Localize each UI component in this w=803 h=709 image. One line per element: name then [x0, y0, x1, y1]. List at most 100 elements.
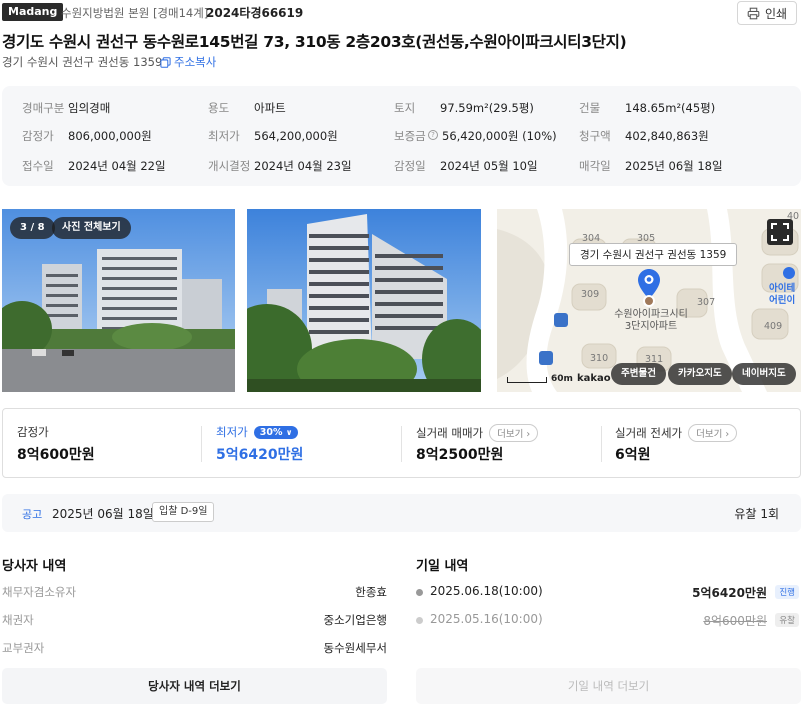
bid-dday-badge: 입찰 D-9일 — [152, 502, 215, 522]
map-pin-dot — [643, 295, 655, 307]
info-building: 건물 148.65m²(45평) — [579, 100, 715, 116]
map-poi-icon — [783, 267, 795, 279]
info-received: 접수일 2024년 04월 22일 — [22, 158, 166, 174]
price-label: 최저가 30% ∨ — [216, 424, 299, 440]
price-sale: 실거래 매매가 더보기 › 8억2500만원 — [416, 409, 601, 477]
photo-counter: 3 / 8 — [10, 217, 55, 239]
page-title: 경기도 수원시 권선구 동수원로145번길 73, 310동 2층203호(권선… — [2, 33, 627, 51]
help-icon[interactable]: ? — [428, 130, 438, 140]
copy-address-label: 주소복사 — [174, 55, 217, 69]
info-appraisal-date: 감정일 2024년 05월 10일 — [394, 158, 538, 174]
party-role: 교부권자 — [2, 641, 45, 655]
info-key: 감정가 — [22, 129, 54, 143]
info-key: 경매구분 — [22, 101, 65, 115]
info-key: 매각일 — [579, 159, 611, 173]
map-provider-logo: kakao — [577, 373, 611, 384]
price-label: 실거래 전세가 더보기 › — [615, 424, 738, 442]
double-chevron-down-icon: ∨ — [285, 427, 293, 437]
info-value: 임의경매 — [68, 101, 111, 115]
info-value: 806,000,000원 — [68, 129, 152, 143]
print-label: 인쇄 — [764, 6, 788, 21]
map-expand-button[interactable] — [767, 219, 793, 245]
rent-more-button[interactable]: 더보기 › — [688, 424, 738, 442]
map-poi-line: 아이테 — [769, 283, 796, 294]
info-key: 감정일 — [394, 159, 426, 173]
chevron-right-icon: › — [725, 429, 730, 440]
info-key: 개시결정 — [208, 159, 251, 173]
location-map[interactable]: 304 305 309 307 310 311 409 40 아이테 어린이 경기… — [497, 209, 801, 392]
property-photo-2[interactable] — [247, 209, 481, 392]
divider — [401, 426, 402, 462]
info-value: 2024년 05월 10일 — [440, 159, 538, 173]
price-label-text: 최저가 — [216, 425, 248, 439]
info-min-price: 최저가 564,200,000원 — [208, 128, 338, 144]
map-place-name-line: 3단지아파트 — [624, 321, 678, 332]
parties-title: 당사자 내역 — [2, 559, 67, 574]
case-number: 2024타경66619 — [206, 6, 304, 20]
discount-value: 30% — [259, 426, 283, 438]
info-value: 148.65m²(45평) — [625, 101, 716, 115]
info-deposit: 보증금? 56,420,000원 (10%) — [394, 128, 557, 144]
price-label-text: 실거래 매매가 — [416, 426, 484, 440]
bus-stop-icon — [539, 351, 553, 365]
price-value: 5억6420만원 — [216, 447, 304, 463]
price-value: 6억원 — [615, 447, 651, 463]
info-key: 최저가 — [208, 129, 240, 143]
map-poi-label: 아이테 어린이 — [769, 283, 795, 307]
price-summary: 감정가 8억600만원 최저가 30% ∨ 5억6420만원 실거래 매매가 더… — [2, 408, 801, 478]
price-rent: 실거래 전세가 더보기 › 6억원 — [615, 409, 800, 477]
bus-stop-icon — [554, 313, 568, 327]
divider — [201, 426, 202, 462]
map-place-name-line: 수원아이파크시티 — [614, 309, 688, 320]
kakao-map-button[interactable]: 카카오지도 — [668, 363, 732, 385]
info-value: 2024년 04월 23일 — [254, 159, 352, 173]
lot-address: 경기 수원시 권선구 권선동 1359 — [2, 55, 163, 69]
parties-more-button[interactable]: 당사자 내역 더보기 — [2, 668, 387, 704]
history-more-button[interactable]: 기일 내역 더보기 — [416, 668, 801, 704]
view-all-photos-button[interactable]: 사진 전체보기 — [52, 217, 131, 239]
info-key: 토지 — [394, 101, 416, 115]
copy-icon — [160, 56, 171, 68]
map-place-name: 수원아이파크시티 3단지아파트 — [607, 309, 695, 333]
naver-map-button[interactable]: 네이버지도 — [732, 363, 796, 385]
info-value: 아파트 — [254, 101, 286, 115]
info-value: 97.59m²(29.5평) — [440, 101, 534, 115]
map-building-number: 309 — [581, 289, 600, 300]
party-name: 한종효 — [355, 585, 387, 599]
discount-badge: 30% ∨ — [253, 425, 299, 439]
sale-more-button[interactable]: 더보기 › — [489, 424, 539, 442]
info-value: 402,840,863원 — [625, 129, 709, 143]
party-name: 중소기업은행 — [323, 613, 387, 627]
map-scale — [507, 377, 547, 383]
map-building-number: 310 — [590, 353, 609, 364]
info-key: 건물 — [579, 101, 601, 115]
map-building-number: 409 — [764, 321, 783, 332]
party-role: 채무자겸소유자 — [2, 585, 77, 599]
court-name: 수원지방법원 본원 [경매14계] — [61, 6, 209, 20]
history-date: 2025.06.18(10:00) — [430, 584, 543, 598]
history-price: 8억600만원 — [703, 614, 767, 628]
info-usage: 용도 아파트 — [208, 100, 286, 116]
price-label-text: 실거래 전세가 — [615, 426, 683, 440]
notice-date: 2025년 06월 18일 — [52, 507, 154, 521]
more-label: 더보기 — [696, 429, 723, 440]
history-price: 5억6420만원 — [692, 586, 767, 600]
more-label: 더보기 — [497, 429, 524, 440]
price-appraisal: 감정가 8억600만원 — [17, 409, 202, 477]
info-key: 접수일 — [22, 159, 54, 173]
price-label: 감정가 — [17, 425, 49, 439]
info-value: 56,420,000원 (10%) — [442, 129, 557, 143]
top-bar: Madang 수원지방법원 본원 [경매14계] 2024타경66619 인쇄 — [0, 0, 803, 26]
map-poi-line: 어린이 — [769, 295, 796, 306]
info-key: 용도 — [208, 101, 230, 115]
print-button[interactable]: 인쇄 — [737, 1, 797, 25]
copy-address-link[interactable]: 주소복사 — [160, 54, 216, 70]
info-auction-type: 경매구분 임의경매 — [22, 100, 110, 116]
price-label: 실거래 매매가 더보기 › — [416, 424, 539, 442]
info-sale-date: 매각일 2025년 06월 18일 — [579, 158, 723, 174]
info-key: 청구액 — [579, 129, 611, 143]
history-row: 2025.06.18(10:00) 5억6420만원 진행 — [416, 584, 801, 602]
expand-icon — [771, 223, 789, 241]
info-start-decision: 개시결정 2024년 04월 23일 — [208, 158, 352, 174]
nearby-listings-button[interactable]: 주변물건 — [611, 363, 666, 385]
